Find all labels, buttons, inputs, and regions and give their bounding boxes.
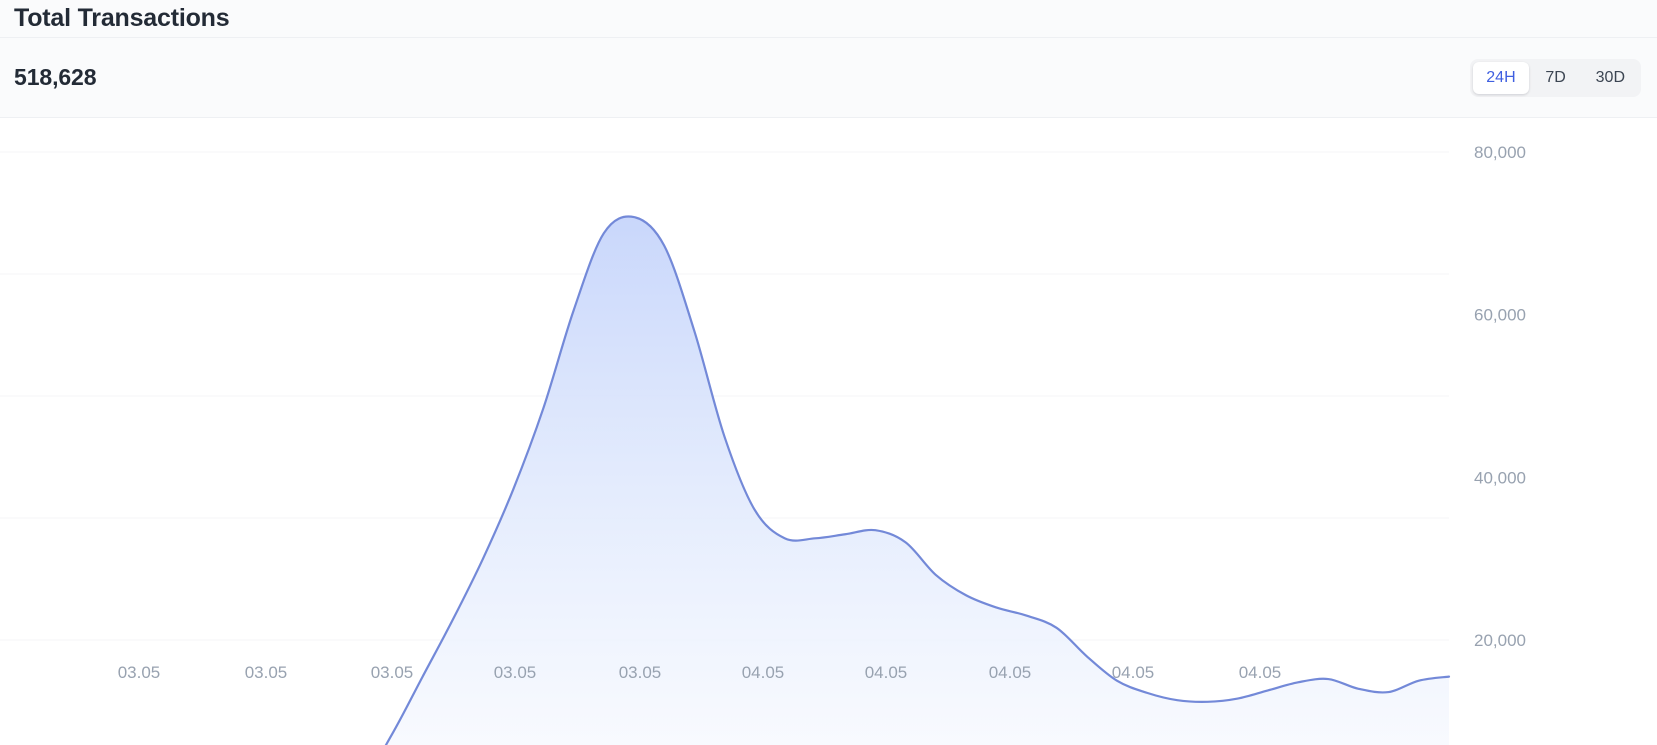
y-axis-tick-label: 20,000	[1474, 631, 1526, 650]
y-axis-tick-label: 40,000	[1474, 468, 1526, 487]
x-axis-tick-label: 03.05	[118, 663, 161, 682]
time-range-switcher[interactable]: 24H 7D 30D	[1470, 58, 1641, 97]
x-axis-tick-label: 03.05	[371, 663, 414, 682]
card-header: Total Transactions	[0, 0, 1657, 37]
y-axis-labels: 020,00040,00060,00080,000	[1474, 143, 1526, 650]
x-axis-tick-label: 04.05	[865, 663, 908, 682]
range-button-24h[interactable]: 24H	[1473, 61, 1529, 94]
x-axis-tick-label: 03.05	[245, 663, 288, 682]
page-title: Total Transactions	[14, 4, 230, 32]
x-axis-tick-label: 04.05	[1112, 663, 1155, 682]
total-transactions-value: 518,628	[14, 64, 97, 90]
range-button-7d[interactable]: 7D	[1529, 62, 1583, 94]
y-axis-tick-label: 60,000	[1474, 306, 1526, 325]
x-axis-tick-label: 04.05	[989, 663, 1032, 682]
x-axis-tick-label: 04.05	[1239, 663, 1282, 682]
chart-area-fill	[385, 216, 1449, 745]
chart-area: 020,00040,00060,00080,000 03.0503.0503.0…	[0, 118, 1657, 745]
transactions-area-chart: 020,00040,00060,00080,000 03.0503.0503.0…	[0, 143, 1526, 745]
x-axis-tick-label: 03.05	[619, 663, 662, 682]
card-subheader: 518,628 24H 7D 30D	[0, 38, 1657, 117]
range-button-30d[interactable]: 30D	[1583, 62, 1638, 94]
y-axis-tick-label: 80,000	[1474, 143, 1526, 162]
x-axis-tick-label: 03.05	[494, 663, 537, 682]
total-transactions-card: Total Transactions 518,628 24H 7D 30D 20…	[0, 0, 1657, 745]
x-axis-tick-label: 04.05	[742, 663, 785, 682]
